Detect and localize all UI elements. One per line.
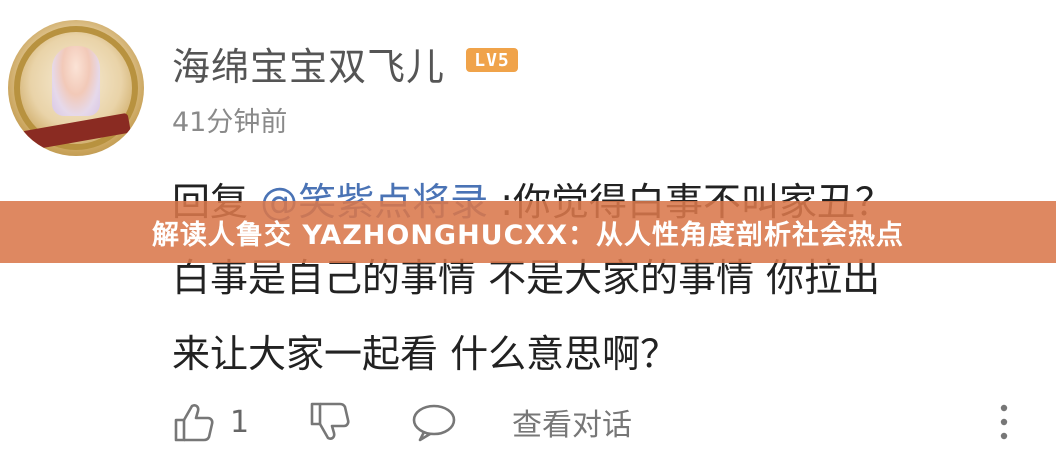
avatar-figure <box>52 46 100 116</box>
like-button[interactable]: 1 <box>172 396 249 448</box>
view-conversation-link[interactable]: 查看对话 <box>512 396 632 448</box>
action-bar: 1 查看对话 <box>172 396 1032 448</box>
thumbs-up-icon <box>172 400 216 444</box>
dislike-button[interactable] <box>308 396 352 448</box>
comment-line-3: 来让大家一起看 什么意思啊？ <box>172 332 679 376</box>
more-options-button[interactable] <box>992 396 1016 448</box>
thumbs-down-icon <box>308 400 352 444</box>
comment-text: 回复 @笑紫点将录 :你觉得白事不叫家丑？ 白事是自己的事情 不是大家的事情 你… <box>172 164 1032 392</box>
comment-bubble-icon <box>410 400 458 444</box>
reply-button[interactable] <box>410 396 458 448</box>
more-vertical-icon <box>992 404 1016 452</box>
overlay-title: 解读人鲁交 YAZHONGHUCXX：从人性角度剖析社会热点 <box>151 219 905 251</box>
avatar[interactable] <box>8 20 144 156</box>
like-count: 1 <box>230 404 250 440</box>
overlay-title-banner: 解读人鲁交 YAZHONGHUCXX：从人性角度剖析社会热点 <box>0 201 1056 263</box>
level-badge: LV5 <box>466 48 518 72</box>
timestamp: 41分钟前 <box>172 107 288 138</box>
username[interactable]: 海绵宝宝双飞儿 <box>172 36 445 91</box>
